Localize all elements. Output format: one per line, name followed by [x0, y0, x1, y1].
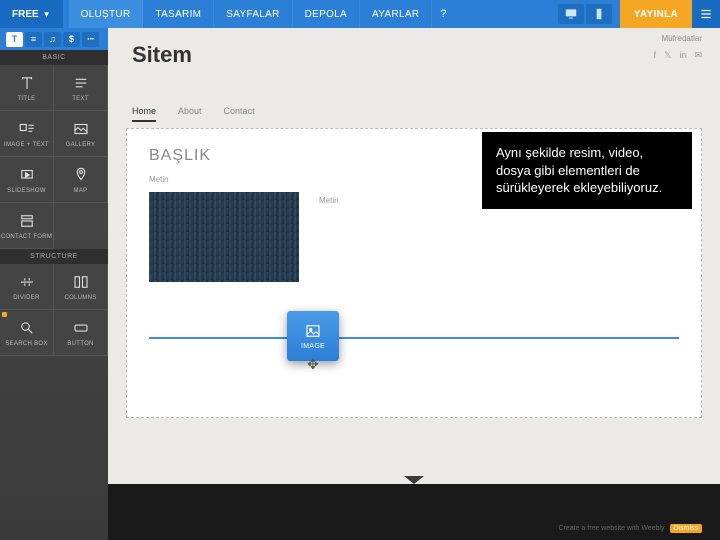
twitter-icon[interactable]: 𝕏: [664, 50, 671, 61]
divider-icon: [17, 272, 37, 292]
footer-expand-icon[interactable]: [404, 476, 424, 484]
element-button[interactable]: BUTTON: [54, 310, 108, 356]
nav-tab-design[interactable]: TASARIM: [143, 0, 214, 28]
nav-tab-build[interactable]: OLUŞTUR: [69, 0, 144, 28]
desktop-preview-icon[interactable]: [558, 4, 584, 24]
tool-text-icon[interactable]: T: [6, 32, 23, 47]
nav-tab-pages[interactable]: SAYFALAR: [214, 0, 292, 28]
free-plan-button[interactable]: FREE ▼: [0, 0, 63, 28]
canvas-footer: Create a free website with Weebly Dismis…: [108, 484, 720, 540]
element-contact-form[interactable]: CONTACT FORM: [0, 203, 54, 249]
image-text-icon: [17, 119, 37, 139]
help-button[interactable]: ?: [432, 0, 454, 28]
tool-commerce-icon[interactable]: $: [63, 32, 80, 47]
map-icon: [71, 165, 91, 185]
element-search-box[interactable]: SEARCH BOX: [0, 310, 54, 356]
text-icon: [71, 73, 91, 93]
tool-more-icon[interactable]: ···: [82, 32, 99, 47]
user-link[interactable]: Müfredatlar: [662, 34, 702, 43]
text-block-2[interactable]: Metin: [319, 196, 339, 205]
gallery-icon: [71, 119, 91, 139]
columns-icon: [71, 272, 91, 292]
tutorial-annotation: Aynı şekilde resim, video, dosya gibi el…: [482, 132, 692, 209]
tool-media-icon[interactable]: ♫: [44, 32, 61, 47]
section-structure-header: STRUCTURE: [0, 249, 108, 264]
facebook-icon[interactable]: f: [654, 50, 657, 61]
element-image-text[interactable]: IMAGE + TEXT: [0, 111, 54, 157]
mail-icon[interactable]: ✉: [694, 50, 702, 61]
element-gallery[interactable]: GALLERY: [54, 111, 108, 157]
elements-sidebar: T ≡ ♫ $ ··· BASIC TITLE TEXT IMAGE + TEX: [0, 28, 108, 540]
free-label: FREE: [12, 9, 39, 20]
search-icon: [17, 318, 37, 338]
move-cursor-icon: ✥: [307, 356, 319, 373]
page-nav-tabs: Home About Contact: [132, 106, 255, 122]
image-block[interactable]: [149, 192, 299, 282]
slideshow-icon: [17, 165, 37, 185]
chevron-down-icon: ▼: [43, 10, 51, 19]
element-text[interactable]: TEXT: [54, 65, 108, 111]
page-tab-about[interactable]: About: [178, 106, 202, 122]
nav-tab-settings[interactable]: AYARLAR: [360, 0, 432, 28]
section-basic-header: BASIC: [0, 50, 108, 65]
hamburger-menu-icon[interactable]: [692, 0, 720, 28]
weebly-credit: Create a free website with Weebly Dismis…: [558, 525, 702, 532]
form-icon: [17, 211, 37, 231]
site-title[interactable]: Sitem: [132, 42, 192, 68]
nav-tab-store[interactable]: DEPOLA: [293, 0, 360, 28]
element-columns[interactable]: COLUMNS: [54, 264, 108, 310]
tool-filter-row: T ≡ ♫ $ ···: [0, 28, 108, 50]
image-icon: [304, 322, 322, 340]
element-divider[interactable]: DIVIDER: [0, 264, 54, 310]
social-icons: f 𝕏 in ✉: [654, 50, 702, 61]
mobile-preview-icon[interactable]: [586, 4, 612, 24]
dismiss-badge[interactable]: Dismiss: [670, 524, 703, 533]
drop-indicator-line: [149, 337, 679, 339]
top-nav-bar: FREE ▼ OLUŞTUR TASARIM SAYFALAR DEPOLA A…: [0, 0, 720, 28]
element-title[interactable]: TITLE: [0, 65, 54, 111]
linkedin-icon[interactable]: in: [679, 50, 686, 61]
page-tab-home[interactable]: Home: [132, 106, 156, 122]
dragging-image-element[interactable]: IMAGE: [287, 311, 339, 361]
title-icon: [17, 73, 37, 93]
tool-list-icon[interactable]: ≡: [25, 32, 42, 47]
button-icon: [71, 318, 91, 338]
publish-button[interactable]: YAYINLA: [620, 0, 692, 28]
canvas-area: Müfredatlar f 𝕏 in ✉ Sitem Home About Co…: [108, 28, 720, 540]
element-slideshow[interactable]: SLIDESHOW: [0, 157, 54, 203]
page-tab-contact[interactable]: Contact: [224, 106, 255, 122]
element-map[interactable]: MAP: [54, 157, 108, 203]
